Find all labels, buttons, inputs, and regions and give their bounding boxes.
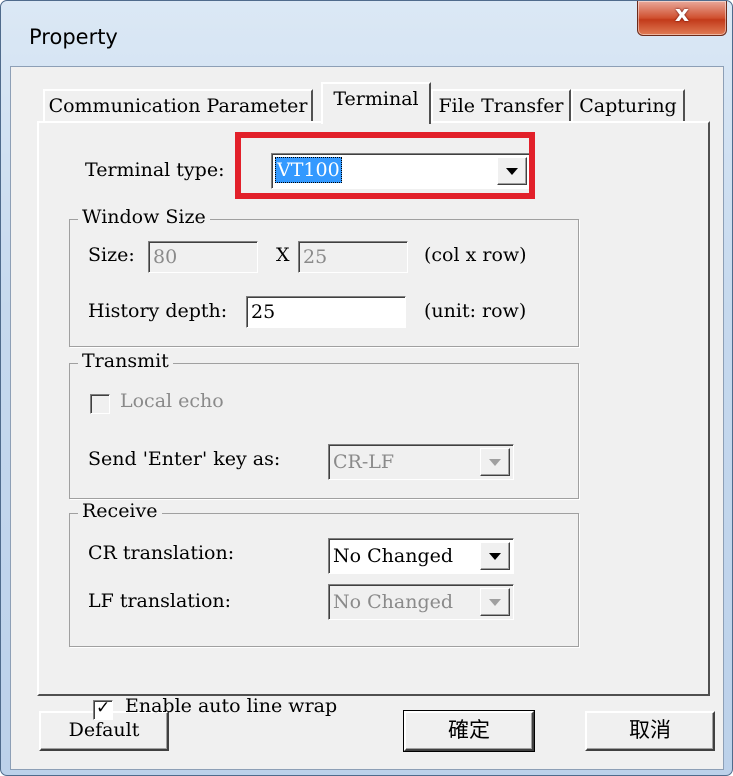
transmit-group: Transmit Local echo Send 'Enter' key as:… xyxy=(69,350,579,499)
tab-label: Capturing xyxy=(579,95,677,117)
local-echo-label: Local echo xyxy=(120,390,224,412)
history-depth-input[interactable]: 25 xyxy=(246,296,406,328)
chevron-down-icon[interactable] xyxy=(497,157,527,185)
tab-communication-parameter[interactable]: Communication Parameter xyxy=(43,89,313,121)
send-enter-select[interactable]: CR-LF xyxy=(328,444,514,480)
property-dialog: Property x Communication Parameter Termi… xyxy=(0,0,733,776)
chevron-down-icon[interactable] xyxy=(480,542,510,570)
close-button[interactable]: x xyxy=(637,1,727,36)
history-depth-label: History depth: xyxy=(88,300,228,322)
cr-translation-select[interactable]: No Changed xyxy=(328,538,514,574)
auto-wrap-label: Enable auto line wrap xyxy=(125,695,338,717)
chevron-down-icon[interactable] xyxy=(480,448,510,476)
lf-translation-value: No Changed xyxy=(333,591,454,613)
tab-file-transfer[interactable]: File Transfer xyxy=(431,89,571,121)
receive-title: Receive xyxy=(78,500,162,522)
auto-wrap-checkbox[interactable]: ✓ xyxy=(93,698,113,720)
rows-input[interactable]: 25 xyxy=(298,241,408,273)
tab-label: File Transfer xyxy=(438,95,564,117)
close-icon: x xyxy=(674,2,690,27)
size-unit: (col x row) xyxy=(424,244,527,266)
send-enter-label: Send 'Enter' key as: xyxy=(88,448,281,470)
window-size-title: Window Size xyxy=(78,206,210,228)
cr-translation-value: No Changed xyxy=(333,545,454,567)
send-enter-value: CR-LF xyxy=(333,451,395,473)
terminal-type-value: VT100 xyxy=(275,157,342,183)
terminal-type-select[interactable]: VT100 xyxy=(271,153,531,189)
chevron-down-icon[interactable] xyxy=(480,588,510,616)
dialog-client-area: Communication Parameter Terminal File Tr… xyxy=(10,66,724,770)
terminal-tab-page: Terminal type: VT100 Window Size Size: 8… xyxy=(37,121,710,720)
checkmark-icon: ✓ xyxy=(96,698,111,718)
lf-translation-label: LF translation: xyxy=(88,590,232,612)
ok-button[interactable]: 確定 xyxy=(403,710,535,752)
local-echo-checkbox[interactable] xyxy=(90,394,110,414)
size-separator: X xyxy=(276,244,290,266)
window-size-group: Window Size Size: 80 X 25 (col x row) Hi… xyxy=(69,206,579,347)
lf-translation-select[interactable]: No Changed xyxy=(328,584,514,620)
window-title: Property xyxy=(29,25,118,49)
history-depth-unit: (unit: row) xyxy=(424,300,527,322)
cancel-button[interactable]: 取消 xyxy=(585,711,715,751)
tab-label: Terminal xyxy=(333,88,419,110)
cols-input[interactable]: 80 xyxy=(148,241,258,273)
size-label: Size: xyxy=(88,244,135,266)
terminal-type-label: Terminal type: xyxy=(85,159,225,181)
receive-group: Receive CR translation: No Changed LF tr… xyxy=(69,500,579,647)
tab-label: Communication Parameter xyxy=(48,95,308,117)
tab-capturing[interactable]: Capturing xyxy=(571,89,685,121)
tab-terminal[interactable]: Terminal xyxy=(321,82,431,124)
cr-translation-label: CR translation: xyxy=(88,542,235,564)
transmit-title: Transmit xyxy=(78,350,173,372)
